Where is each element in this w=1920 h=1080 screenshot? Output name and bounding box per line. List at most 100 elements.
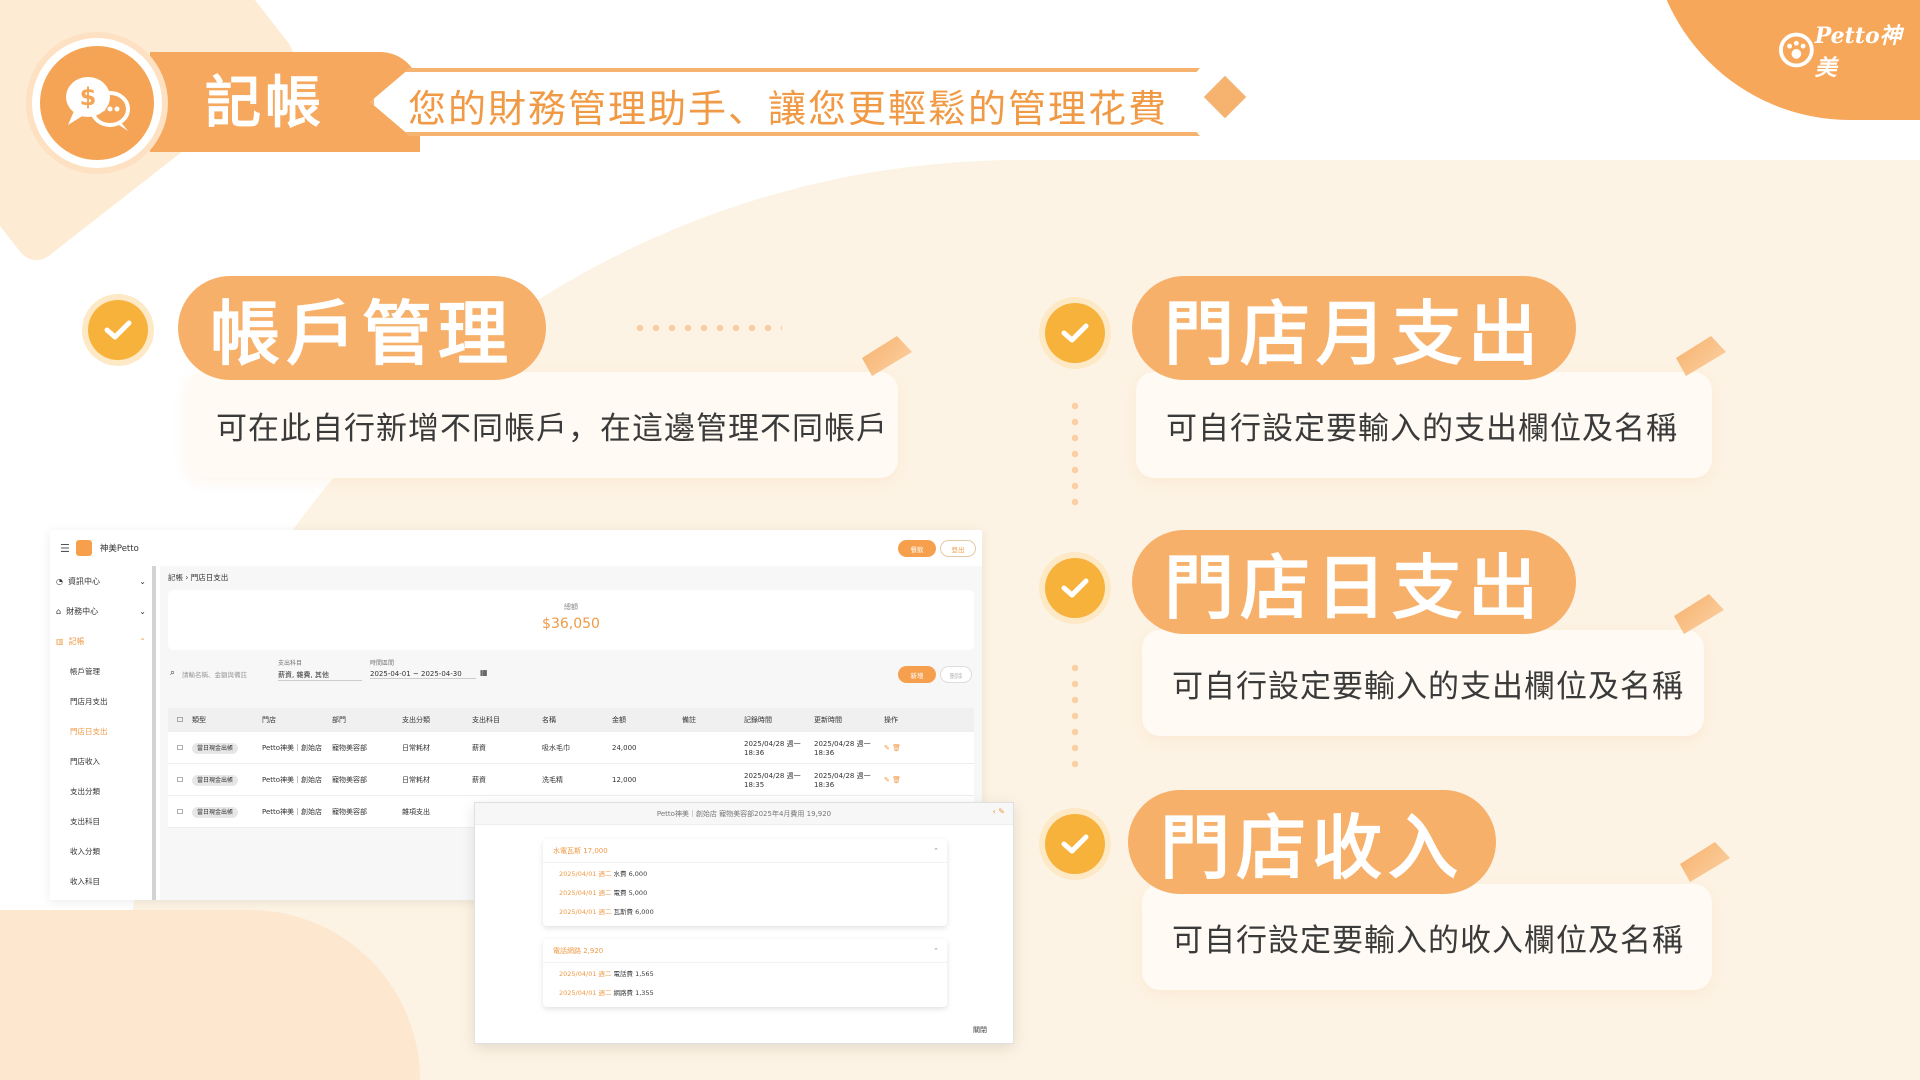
chevron-up-icon: ⌃ xyxy=(139,636,146,646)
column-header: 名稱 xyxy=(542,715,556,724)
chat-money-icon: $ xyxy=(66,77,130,131)
trash-icon[interactable]: 🗑 xyxy=(892,744,901,752)
popup-close-button[interactable]: 關閉 xyxy=(973,1025,987,1035)
sidebar-scrollbar[interactable] xyxy=(152,566,156,900)
table-row[interactable]: ☐ 當日現金出帳 Petto神美｜創始店 寵物美容部 日常耗材 薪資 洗毛精 1… xyxy=(168,764,974,796)
category-cell: 雜項支出 xyxy=(402,807,430,816)
subject-filter-label: 支出科目 xyxy=(278,660,303,667)
chevron-up-icon: ⌃ xyxy=(933,946,939,955)
date-filter-label: 時間區間 xyxy=(370,660,395,667)
sidebar-item-monthly-expense[interactable]: 門店月支出 xyxy=(50,686,150,716)
sidebar-item-daily-expense[interactable]: 門店日支出 xyxy=(50,716,150,746)
app-logo-icon xyxy=(75,540,92,556)
app-topbar: ☰ 神美Petto 餐飲 登出 xyxy=(50,530,982,566)
calendar-icon[interactable]: ▦ xyxy=(480,668,488,677)
popup-window-icons[interactable]: ‹ ✎ xyxy=(993,807,1005,816)
edit-icon[interactable]: ✎ xyxy=(884,776,890,784)
select-all-checkbox[interactable]: ☐ xyxy=(168,716,192,724)
dept-cell: 寵物美容部 xyxy=(332,775,367,784)
check-icon xyxy=(88,300,148,360)
brand-logo-text: Petto神美 xyxy=(1814,23,1902,81)
popup-group-title[interactable]: 電話網路 2,920 ⌃ xyxy=(543,939,947,963)
popup-group-card: 電話網路 2,920 ⌃ 2025/04/01 週二 電話費 1,565 2025… xyxy=(543,939,947,1007)
chevron-up-icon: ⌃ xyxy=(933,846,939,855)
updated-cell: 2025/04/28 週一 18:36 xyxy=(814,771,871,789)
column-header: 備註 xyxy=(682,715,696,724)
table-row[interactable]: ☐ 當日現金出帳 Petto神美｜創始店 寵物美容部 日常耗材 薪資 吸水毛巾 … xyxy=(168,732,974,764)
diamond-ornament xyxy=(1203,75,1247,119)
name-cell: 吸水毛巾 xyxy=(542,743,570,752)
search-icon: ⌕ xyxy=(170,668,176,678)
subject-cell: 薪資 xyxy=(472,743,486,752)
menu-icon[interactable]: ☰ xyxy=(60,542,70,555)
trash-icon[interactable]: 🗑 xyxy=(892,776,901,784)
row-actions: ✎ 🗑 xyxy=(884,744,934,752)
popup-group-title[interactable]: 水電瓦斯 17,000 ⌃ xyxy=(543,839,947,863)
type-cell: 當日現金出帳 xyxy=(192,743,262,754)
add-button[interactable]: 新增 xyxy=(898,666,936,683)
amount-cell: 24,000 xyxy=(612,743,637,752)
sidebar-group-accounting[interactable]: ▥ 記帳 ⌃ xyxy=(50,626,150,656)
column-header: 部門 xyxy=(332,715,346,724)
finance-icon: ⌂ xyxy=(56,606,62,616)
sidebar-item-income-category[interactable]: 收入分類 xyxy=(50,836,150,866)
search-input[interactable]: 請輸名稱、金額與備註 xyxy=(182,669,270,679)
check-icon xyxy=(1045,558,1105,618)
feature-title-income: 門店收入 xyxy=(1128,790,1496,894)
dotted-line xyxy=(632,325,782,331)
sidebar-item-expense-subject[interactable]: 支出科目 xyxy=(50,806,150,836)
sidebar-group-info[interactable]: ◔ 資訊中心 ⌄ xyxy=(50,566,150,596)
top-primary-button[interactable]: 餐飲 xyxy=(898,540,936,557)
type-cell: 當日現金出帳 xyxy=(192,807,262,818)
feature-desc-monthly-expense: 可自行設定要輸入的支出欄位及名稱 xyxy=(1136,372,1712,478)
brand-logo: Petto神美 xyxy=(1778,18,1920,82)
column-header: 類型 xyxy=(192,715,206,724)
row-checkbox[interactable]: ☐ xyxy=(168,776,192,784)
popup-title: Petto神美｜創始店 寵物美容部2025年4月費用 19,920 xyxy=(656,809,832,818)
user-button[interactable]: 登出 xyxy=(940,540,976,557)
sidebar-item-accounts[interactable]: 帳戶管理 xyxy=(50,656,150,686)
column-header: 操作 xyxy=(884,715,898,724)
subject-filter-select[interactable]: 薪資, 雜費, 其他 xyxy=(278,670,362,681)
edit-icon[interactable]: ✎ xyxy=(884,744,890,752)
expense-detail-popup: Petto神美｜創始店 寵物美容部2025年4月費用 19,920 ‹ ✎ 水電… xyxy=(474,802,1014,1044)
row-checkbox[interactable]: ☐ xyxy=(168,744,192,752)
amount-cell: 12,000 xyxy=(612,775,637,784)
dotted-connector xyxy=(1072,398,1078,508)
table-header: ☐ 類型 門店 部門 支出分類 支出科目 名稱 金額 備註 記錄時間 更新時間 … xyxy=(168,708,974,732)
popup-line: 2025/04/01 週二 電話費 1,565 xyxy=(559,969,654,978)
popup-header: Petto神美｜創始店 寵物美容部2025年4月費用 19,920 ‹ ✎ xyxy=(475,803,1013,825)
sidebar-group-finance[interactable]: ⌂ 財務中心 ⌄ xyxy=(50,596,150,626)
dept-cell: 寵物美容部 xyxy=(332,807,367,816)
delete-button[interactable]: 刪除 xyxy=(940,666,972,683)
feature-desc-account: 可在此自行新增不同帳戶，在這邊管理不同帳戶 xyxy=(186,372,898,478)
breadcrumb-current: 門店日支出 xyxy=(190,573,229,582)
summary-label: 總額 xyxy=(564,603,578,611)
chevron-down-icon: ⌄ xyxy=(139,576,146,586)
sidebar-item-income-subject[interactable]: 收入科目 xyxy=(50,866,150,896)
breadcrumb: 記帳 › 門店日支出 xyxy=(168,572,228,583)
popup-line: 2025/04/01 週二 網路費 1,355 xyxy=(559,988,654,997)
column-header: 金額 xyxy=(612,715,626,724)
breadcrumb-parent[interactable]: 記帳 xyxy=(168,573,183,582)
paw-icon xyxy=(1778,32,1814,68)
column-header: 更新時間 xyxy=(814,715,842,724)
dashboard-icon: ◔ xyxy=(56,576,63,586)
date-filter-input[interactable]: 2025-04-01 ~ 2025-04-30 xyxy=(370,670,476,679)
row-actions: ✎ 🗑 xyxy=(884,776,934,784)
header-icon-circle: $ xyxy=(32,38,162,168)
feature-desc-income: 可自行設定要輸入的收入欄位及名稱 xyxy=(1142,884,1712,990)
sidebar-item-expense-category[interactable]: 支出分類 xyxy=(50,776,150,806)
feature-title-monthly-expense: 門店月支出 xyxy=(1132,276,1576,380)
filter-bar: ⌕ 請輸名稱、金額與備註 支出科目 薪資, 雜費, 其他 時間區間 2025-0… xyxy=(168,654,974,694)
book-icon: ▥ xyxy=(56,636,64,646)
created-cell: 2025/04/28 週一 18:35 xyxy=(744,771,801,789)
created-cell: 2025/04/28 週一 18:36 xyxy=(744,739,801,757)
dotted-connector xyxy=(1072,660,1078,770)
feature-title-account: 帳戶管理 xyxy=(178,276,546,380)
popup-line: 2025/04/01 週二 水費 6,000 xyxy=(559,869,648,878)
svg-text:$: $ xyxy=(80,83,97,111)
store-cell: Petto神美｜創始店 xyxy=(262,807,323,816)
sidebar-item-income[interactable]: 門店收入 xyxy=(50,746,150,776)
row-checkbox[interactable]: ☐ xyxy=(168,808,192,816)
